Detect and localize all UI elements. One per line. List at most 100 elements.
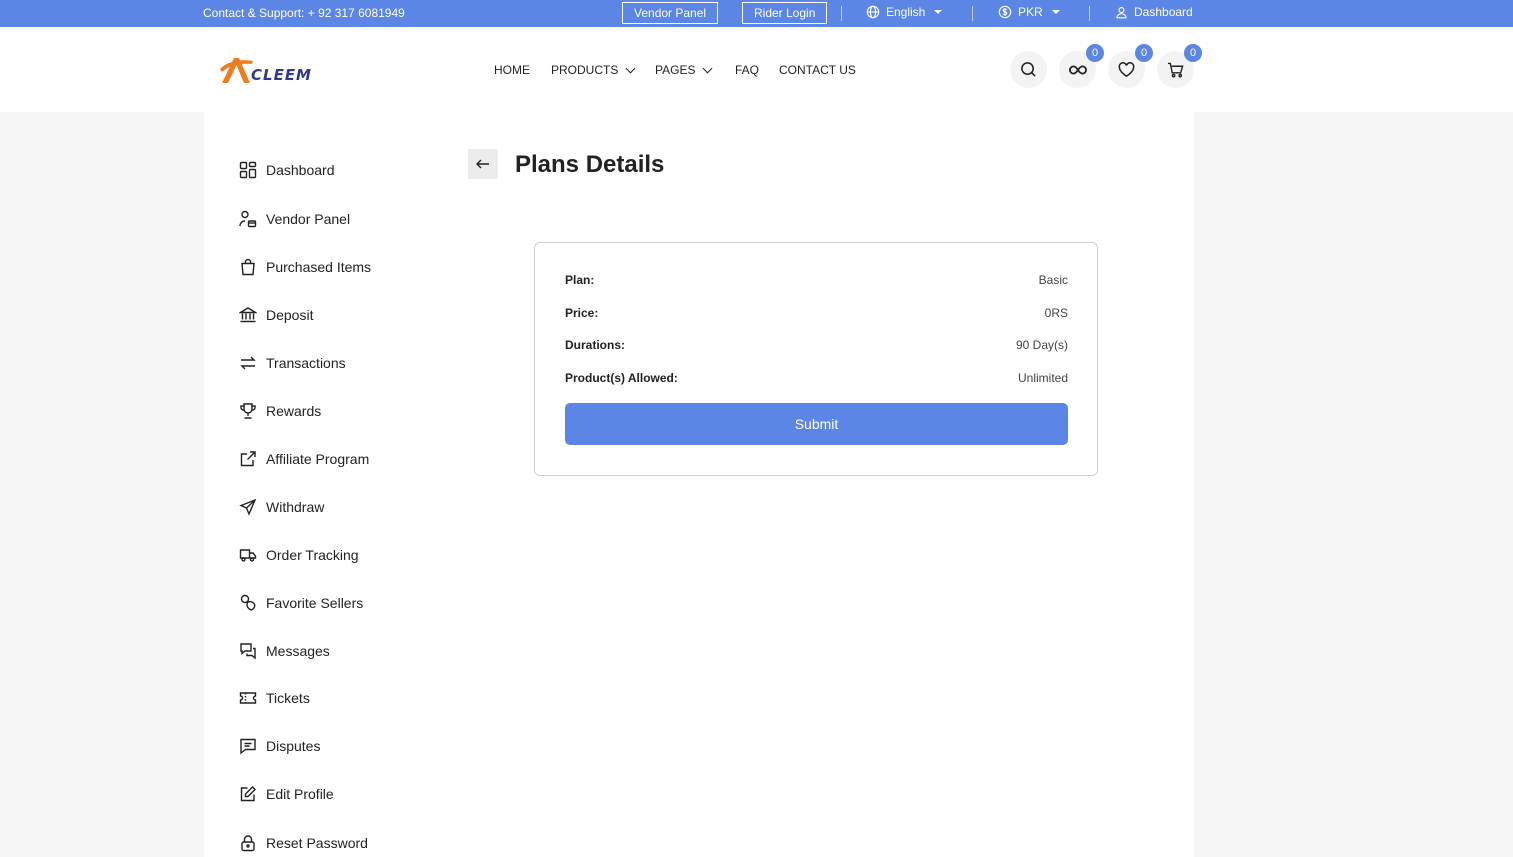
nav-pages-label: PAGES	[655, 63, 696, 77]
sidebar-item-label: Withdraw	[266, 499, 325, 515]
currency-selector[interactable]: PKR	[998, 5, 1060, 19]
language-selector[interactable]: English	[866, 5, 943, 19]
divider	[1089, 6, 1090, 21]
sidebar-item-tickets[interactable]: Tickets	[239, 689, 310, 707]
detail-row-plan: Plan: Basic	[565, 273, 1068, 287]
logo-text: CLEEM	[251, 66, 312, 84]
detail-row-products-allowed: Product(s) Allowed: Unlimited	[565, 371, 1068, 385]
sidebar-item-messages[interactable]: Messages	[239, 642, 330, 660]
detail-value: Unlimited	[1017, 371, 1068, 385]
nav-home-label: HOME	[494, 63, 530, 77]
detail-key: Plan:	[565, 273, 595, 287]
user-icon	[1116, 6, 1127, 18]
page-title: Plans Details	[515, 151, 665, 178]
caret-down-icon	[934, 10, 943, 14]
top-bar: Contact & Support: + 92 317 6081949 Vend…	[0, 0, 1513, 27]
sidebar-item-withdraw[interactable]: Withdraw	[239, 498, 324, 516]
chat-icon	[240, 643, 256, 660]
main-header: CLEEM HOME PRODUCTS PAGES FAQ CONTACT US…	[0, 27, 1513, 112]
detail-value: Basic	[1038, 273, 1068, 287]
sidebar-item-vendor-panel[interactable]: Vendor Panel	[239, 210, 350, 228]
dashboard-label: Dashboard	[1134, 5, 1193, 19]
sidebar-item-label: Messages	[266, 643, 330, 659]
sidebar-item-order-tracking[interactable]: Order Tracking	[239, 546, 359, 564]
heart-icon	[1118, 61, 1135, 77]
detail-row-durations: Durations: 90 Day(s)	[565, 338, 1068, 352]
sidebar-item-disputes[interactable]: Disputes	[239, 737, 320, 755]
chevron-down-icon	[703, 63, 713, 73]
site-logo[interactable]: CLEEM	[220, 55, 312, 85]
compare-button[interactable]: 0	[1059, 44, 1104, 88]
sidebar-item-label: Order Tracking	[266, 547, 359, 563]
currency-icon	[998, 5, 1012, 19]
detail-key: Product(s) Allowed:	[565, 371, 678, 385]
sidebar-item-label: Dashboard	[266, 162, 335, 178]
cart-icon	[1167, 62, 1184, 77]
submit-button[interactable]: Submit	[565, 403, 1068, 445]
favorite-icon	[240, 594, 256, 611]
ticket-icon	[239, 692, 257, 704]
sidebar-item-label: Purchased Items	[266, 259, 372, 275]
grid-icon	[239, 161, 257, 179]
wishlist-count-badge: 0	[1135, 44, 1153, 62]
sidebar-item-purchased-items[interactable]: Purchased Items	[239, 258, 371, 276]
cart-count-badge: 0	[1184, 44, 1202, 62]
logo-mark-icon	[220, 58, 253, 83]
sidebar-item-label: Reset Password	[266, 835, 368, 851]
nav-faq-label: FAQ	[735, 63, 760, 77]
globe-icon	[866, 5, 880, 19]
sidebar-item-affiliate-program[interactable]: Affiliate Program	[239, 450, 369, 468]
sidebar-item-rewards[interactable]: Rewards	[239, 402, 321, 420]
vendor-panel-button[interactable]: Vendor Panel	[622, 2, 719, 24]
external-link-icon	[240, 451, 256, 467]
arrows-exchange-icon	[240, 356, 256, 370]
lock-icon	[241, 835, 255, 852]
cart-button[interactable]: 0	[1157, 44, 1202, 88]
send-icon	[239, 498, 257, 516]
back-button[interactable]	[468, 149, 498, 179]
compare-count-badge: 0	[1086, 44, 1104, 62]
divider	[972, 6, 973, 21]
infinity-icon	[1068, 64, 1087, 75]
wishlist-button[interactable]: 0	[1108, 44, 1153, 88]
account-sidebar: Dashboard Vendor Panel Purchased Items D…	[204, 112, 438, 857]
bank-icon	[239, 307, 257, 323]
search-icon	[1021, 62, 1036, 77]
truck-icon	[239, 549, 257, 562]
rider-login-button[interactable]: Rider Login	[742, 2, 828, 24]
arrow-left-icon	[476, 159, 489, 169]
sidebar-item-edit-profile[interactable]: Edit Profile	[239, 785, 334, 803]
nav-contact-us[interactable]: CONTACT US	[779, 63, 856, 77]
sidebar-item-label: Deposit	[266, 307, 314, 323]
sidebar-item-label: Affiliate Program	[266, 451, 370, 467]
message-square-icon	[240, 738, 256, 755]
sidebar-item-dashboard[interactable]: Dashboard	[239, 161, 335, 179]
sidebar-item-transactions[interactable]: Transactions	[239, 354, 346, 372]
nav-products[interactable]: PRODUCTS	[551, 63, 636, 77]
currency-label: PKR	[1018, 5, 1043, 19]
nav-pages[interactable]: PAGES	[655, 63, 713, 77]
user-store-icon	[239, 210, 257, 228]
sidebar-item-label: Edit Profile	[266, 786, 334, 802]
sidebar-item-label: Disputes	[266, 738, 321, 754]
sidebar-item-label: Rewards	[266, 403, 322, 419]
sidebar-item-label: Transactions	[266, 355, 346, 371]
contact-support-text: Contact & Support: + 92 317 6081949	[203, 6, 405, 20]
bag-icon	[241, 258, 255, 276]
divider	[841, 6, 842, 21]
search-button[interactable]	[1010, 51, 1047, 88]
nav-contact-label: CONTACT US	[779, 63, 856, 77]
edit-icon	[240, 786, 256, 802]
trophy-icon	[240, 403, 256, 419]
sidebar-item-label: Tickets	[266, 690, 310, 706]
sidebar-item-label: Favorite Sellers	[266, 595, 364, 611]
sidebar-item-reset-password[interactable]: Reset Password	[239, 834, 368, 852]
sidebar-item-favorite-sellers[interactable]: Favorite Sellers	[239, 594, 363, 612]
main-content: Plans Details Plan: Basic Price: 0RS Dur…	[438, 112, 1194, 857]
nav-faq[interactable]: FAQ	[735, 63, 759, 77]
sidebar-item-deposit[interactable]: Deposit	[239, 306, 313, 324]
dashboard-link[interactable]: Dashboard	[1115, 5, 1193, 19]
detail-key: Price:	[565, 306, 599, 320]
nav-home[interactable]: HOME	[494, 63, 530, 77]
detail-row-price: Price: 0RS	[565, 306, 1068, 320]
